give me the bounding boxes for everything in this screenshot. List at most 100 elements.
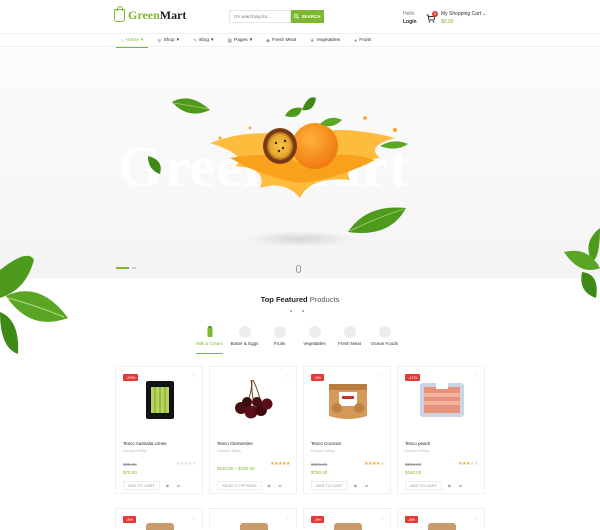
- nav-item-blog[interactable]: ✎ Blog ▾: [186, 34, 220, 47]
- product-image[interactable]: [428, 523, 456, 530]
- product-name[interactable]: Tesco peach: [405, 441, 430, 446]
- nav-item-pages[interactable]: ▦ Pages ▾: [220, 34, 259, 47]
- hero-slider[interactable]: GreenMart: [0, 48, 600, 278]
- product-image[interactable]: [240, 523, 268, 530]
- slider-dot[interactable]: [132, 267, 136, 269]
- product-image[interactable]: [146, 523, 174, 530]
- product-name[interactable]: Tesco Australia Limes: [123, 441, 167, 446]
- pencil-icon: ✎: [193, 37, 198, 44]
- discount-badge: -9%: [311, 516, 325, 523]
- heart-icon[interactable]: ♡: [380, 374, 384, 380]
- search-button[interactable]: SEARCH: [291, 10, 324, 23]
- category-tab-milk-cream[interactable]: Milk & Cream: [192, 326, 227, 354]
- shopping-bag-icon: [114, 6, 125, 22]
- heart-icon[interactable]: ♡: [286, 516, 290, 522]
- leaf-icon: [172, 98, 210, 114]
- product-card[interactable]: -9% ♡: [303, 508, 391, 530]
- category-tab-ocean-foods[interactable]: Ocean Foods: [367, 326, 402, 346]
- carousel-nav[interactable]: [290, 310, 304, 312]
- category-tab-butter-eggs[interactable]: Butter & Eggs: [227, 326, 262, 346]
- product-card[interactable]: -8% ♡: [397, 508, 485, 530]
- category-tab-fresh-meat[interactable]: Fresh Meat: [332, 326, 367, 346]
- cart-title: My Shopping Cart: [441, 11, 482, 17]
- star-rating: ★★★★★: [364, 461, 384, 467]
- leaf-icon: [148, 156, 161, 174]
- chevron-down-icon: ▾: [249, 38, 253, 43]
- nav-item-fresh-meat[interactable]: ◆ Fresh Meat: [259, 34, 303, 47]
- category-icon: [273, 326, 286, 338]
- product-price: $98.00 $78.00: [123, 461, 137, 477]
- nav-item-fruits[interactable]: ● Fruits: [347, 34, 378, 47]
- next-arrow-icon[interactable]: [302, 310, 304, 312]
- current-price: $120.00 – $160.00: [217, 466, 255, 471]
- nav-item-vegetables[interactable]: ❦ Vegetables: [303, 34, 347, 47]
- eye-icon[interactable]: ◉: [352, 483, 359, 488]
- eye-icon[interactable]: ◉: [446, 483, 453, 488]
- discount-badge: -17%: [405, 374, 421, 381]
- section-title: Top Featured Products: [260, 295, 340, 304]
- heart-icon[interactable]: ♡: [474, 374, 478, 380]
- nav-item-label: Fruits: [359, 38, 372, 43]
- compare-icon[interactable]: ⇄: [277, 483, 284, 488]
- heart-icon[interactable]: ♡: [474, 516, 478, 522]
- product-card[interactable]: -9% ♡ Tesco Coconut Dessert Milky $800.00 $75…: [303, 366, 391, 494]
- product-actions: ADD TO CART ◉ ⇄: [311, 481, 370, 490]
- product-card[interactable]: -8% ♡: [115, 508, 203, 530]
- nav-item-label: Pages: [234, 38, 248, 43]
- chevron-down-icon: ▾: [176, 38, 180, 43]
- category-tab-vegetables[interactable]: Vegetables: [297, 326, 332, 346]
- nav-item-label: Shop: [163, 38, 175, 43]
- discount-badge: -8%: [405, 516, 419, 523]
- product-card[interactable]: ♡: [209, 508, 297, 530]
- compare-icon[interactable]: ⇄: [175, 483, 182, 488]
- nav-item-label: Vegetables: [316, 38, 341, 43]
- heart-icon[interactable]: ♡: [192, 516, 196, 522]
- chevron-down-icon: ▾: [140, 38, 144, 43]
- search-input[interactable]: [229, 10, 291, 23]
- compare-icon[interactable]: ⇄: [457, 483, 464, 488]
- eye-icon[interactable]: ◉: [266, 483, 273, 488]
- apple-icon: ●: [354, 37, 358, 44]
- product-card[interactable]: -29% ♡ Tesco Australia Limes Dessert Milky $…: [115, 366, 203, 494]
- leaf-icon: ❦: [310, 37, 315, 44]
- leaf-icon: [0, 255, 68, 354]
- nav-item-shop[interactable]: ⊕ Shop ▾: [150, 34, 186, 47]
- add-to-cart-button[interactable]: ADD TO CART: [311, 481, 348, 490]
- login-link[interactable]: Login: [403, 18, 417, 26]
- current-price: $78.00: [123, 470, 137, 475]
- add-to-cart-button[interactable]: SELECT OPTIONS: [217, 481, 262, 490]
- slider-dot-active[interactable]: [116, 267, 129, 269]
- discount-badge: -29%: [123, 374, 139, 381]
- account-block[interactable]: Hello Login: [403, 10, 417, 26]
- cart-count-badge: 0: [432, 11, 438, 17]
- add-to-cart-button[interactable]: ADD TO CART: [405, 481, 442, 490]
- category-tab-fruits[interactable]: Fruits: [262, 326, 297, 346]
- star-rating: ★★★★★: [270, 461, 290, 467]
- star-rating: ★★★★★: [176, 461, 196, 467]
- category-icon: [343, 326, 356, 338]
- home-icon: ⌂: [121, 37, 125, 44]
- category-label: Butter & Eggs: [230, 341, 259, 346]
- heart-icon[interactable]: ♡: [380, 516, 384, 522]
- heart-icon[interactable]: ♡: [286, 374, 290, 380]
- leaf-icon: [348, 207, 406, 233]
- product-card[interactable]: ♡ Tesco Clementine Dessert Milky $120.00 – …: [209, 366, 297, 494]
- logo[interactable]: GreenMart: [114, 6, 186, 23]
- heart-icon[interactable]: ♡: [192, 374, 196, 380]
- product-image[interactable]: [334, 523, 362, 530]
- nav-item-label: Home: [126, 38, 139, 43]
- prev-arrow-icon[interactable]: [290, 310, 292, 312]
- nav-item-label: Blog: [199, 38, 209, 43]
- compare-icon[interactable]: ⇄: [363, 483, 370, 488]
- nav-item-home[interactable]: ⌂ Home ▾: [114, 34, 150, 48]
- cart-summary[interactable]: My Shopping Cart ⌄ $0.00: [441, 10, 487, 26]
- product-name[interactable]: Tesco Clementine: [217, 441, 253, 446]
- slider-dots: [116, 267, 136, 269]
- eye-icon[interactable]: ◉: [164, 483, 171, 488]
- product-actions: SELECT OPTIONS ◉ ⇄: [217, 481, 284, 490]
- product-card[interactable]: -17% ♡ Tesco peach Dessert Milky $200.00 $160…: [397, 366, 485, 494]
- scroll-mouse-icon[interactable]: [296, 265, 301, 273]
- search-bar: SEARCH: [229, 10, 325, 23]
- product-name[interactable]: Tesco Coconut: [311, 441, 341, 446]
- add-to-cart-button[interactable]: ADD TO CART: [123, 481, 160, 490]
